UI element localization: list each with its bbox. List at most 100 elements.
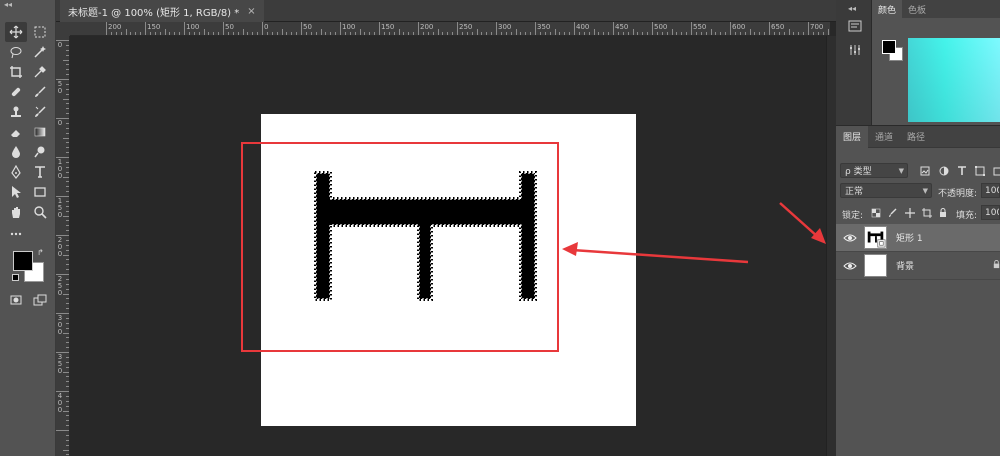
gradient-tool-icon[interactable]	[29, 122, 51, 142]
document-tab-title: 未标题-1 @ 100% (矩形 1, RGB/8) *	[68, 7, 240, 19]
close-tab-icon[interactable]: ×	[247, 6, 255, 17]
tab-channels[interactable]: 通道	[868, 126, 900, 148]
shape-layer-artwork[interactable]	[261, 114, 636, 426]
ruler-minor-tick	[296, 32, 298, 35]
lock-all-icon[interactable]	[938, 208, 948, 218]
opacity-input[interactable]: 100%	[981, 183, 1000, 198]
visibility-eye-icon[interactable]	[843, 259, 857, 273]
marquee-tool-icon[interactable]	[29, 22, 51, 42]
collapse-icon[interactable]: ◂◂	[4, 0, 12, 9]
history-brush-icon[interactable]	[29, 102, 51, 122]
ruler-minor-tick	[110, 32, 112, 35]
ruler-minor-tick	[500, 32, 502, 35]
filter-type-icon[interactable]	[957, 166, 967, 176]
tab-layers[interactable]: 图层	[836, 125, 869, 148]
ruler-minor-tick	[125, 29, 127, 35]
layer-thumbnail[interactable]	[864, 226, 887, 249]
ruler-minor-tick	[63, 293, 69, 295]
ruler-minor-tick	[140, 32, 142, 35]
zoom-tool-icon[interactable]	[29, 202, 51, 222]
healing-brush-icon[interactable]	[5, 82, 27, 102]
ruler-tick	[145, 22, 146, 35]
ruler-minor-tick	[66, 395, 69, 397]
ruler-minor-tick	[827, 29, 829, 35]
path-selection-icon[interactable]	[5, 182, 27, 202]
crop-tool-icon[interactable]	[5, 62, 27, 82]
lasso-tool-icon[interactable]	[5, 42, 27, 62]
ruler-label: 100	[342, 23, 356, 31]
color-spectrum[interactable]	[908, 38, 1000, 122]
blur-tool-icon[interactable]	[5, 142, 27, 162]
dodge-tool-icon[interactable]	[29, 142, 51, 162]
fill-input[interactable]: 100%	[981, 205, 1000, 220]
ruler-minor-tick	[505, 32, 507, 35]
ruler-minor-tick	[66, 269, 69, 271]
lock-position-icon[interactable]	[905, 208, 915, 218]
ruler-minor-tick	[364, 32, 366, 35]
ruler-minor-tick	[642, 32, 644, 35]
hand-tool-icon[interactable]	[5, 202, 27, 222]
horizontal-ruler[interactable]: 200 150 100 50 0 50 100 150 200 250 300 350 400 450 50…	[70, 22, 830, 36]
screen-mode-icon[interactable]	[29, 290, 51, 310]
ruler-origin[interactable]	[56, 22, 70, 36]
canvas-scrollbar[interactable]	[826, 36, 836, 456]
move-tool-icon[interactable]	[5, 22, 27, 42]
quick-mask-icon[interactable]	[5, 290, 27, 310]
ruler-minor-tick	[525, 32, 527, 35]
ruler-minor-tick	[544, 32, 546, 35]
layer-row-background[interactable]: 背景	[836, 252, 1000, 280]
tab-paths[interactable]: 路径	[900, 126, 932, 148]
visibility-eye-icon[interactable]	[843, 231, 857, 245]
ruler-label: 50	[225, 23, 234, 31]
clone-stamp-icon[interactable]	[5, 102, 27, 122]
layer-name[interactable]: 背景	[896, 259, 914, 272]
type-tool-icon[interactable]	[29, 162, 51, 182]
layer-row-shape[interactable]: 矩形 1	[836, 224, 1000, 252]
document-canvas[interactable]	[261, 114, 636, 426]
eraser-tool-icon[interactable]	[5, 122, 27, 142]
ruler-minor-tick	[403, 32, 405, 35]
ruler-label: 150	[147, 23, 161, 31]
default-colors-icon[interactable]	[12, 274, 19, 281]
filter-pixel-icon[interactable]	[920, 166, 930, 176]
canvas-workspace[interactable]	[70, 36, 830, 456]
foreground-color-swatch[interactable]	[13, 251, 33, 271]
layer-lock-icon[interactable]	[992, 259, 1000, 272]
ruler-minor-tick	[476, 29, 478, 35]
lock-transparent-icon[interactable]	[871, 208, 881, 218]
ruler-minor-tick	[310, 32, 312, 35]
blend-mode-select[interactable]: 正常 ▼	[840, 183, 932, 198]
ruler-minor-tick	[66, 220, 69, 222]
swap-colors-icon[interactable]: ↱	[37, 248, 44, 257]
document-tab[interactable]: 未标题-1 @ 100% (矩形 1, RGB/8) * ×	[60, 0, 264, 22]
more-tools-icon[interactable]	[5, 224, 27, 244]
lock-pixels-icon[interactable]	[888, 208, 898, 218]
filter-adjustment-icon[interactable]	[939, 166, 949, 176]
layer-name[interactable]: 矩形 1	[896, 231, 923, 244]
eyedropper-icon[interactable]	[29, 62, 51, 82]
filter-shape-icon[interactable]	[975, 166, 985, 176]
expand-panels-icon[interactable]: ◂◂	[848, 4, 856, 13]
brush-tool-icon[interactable]	[29, 82, 51, 102]
pen-tool-icon[interactable]	[5, 162, 27, 182]
ruler-minor-tick	[63, 449, 69, 451]
ruler-minor-tick	[66, 381, 69, 383]
layer-thumbnail[interactable]	[864, 254, 887, 277]
adjustments-panel-icon[interactable]	[848, 44, 862, 56]
ruler-minor-tick	[66, 210, 69, 212]
properties-panel-icon[interactable]	[848, 20, 862, 32]
tab-color[interactable]: 颜色	[872, 0, 903, 18]
layer-filter-select[interactable]: ρ 类型 ▼	[840, 163, 908, 178]
ruler-label: 150	[381, 23, 395, 31]
vertical-ruler[interactable]: 0 50 0 100 150 200 250 300 350 400	[56, 36, 70, 456]
filter-smart-object-icon[interactable]	[993, 166, 1000, 176]
rectangle-tool-icon[interactable]	[29, 182, 51, 202]
lock-artboard-icon[interactable]	[922, 208, 932, 218]
tab-swatches[interactable]: 色板	[902, 0, 932, 18]
magic-wand-icon[interactable]	[29, 42, 51, 62]
ruler-label: 250	[57, 275, 63, 297]
ruler-minor-tick	[491, 32, 493, 35]
ruler-minor-tick	[179, 32, 181, 35]
ruler-minor-tick	[66, 83, 69, 85]
panel-foreground-swatch[interactable]	[882, 40, 896, 54]
